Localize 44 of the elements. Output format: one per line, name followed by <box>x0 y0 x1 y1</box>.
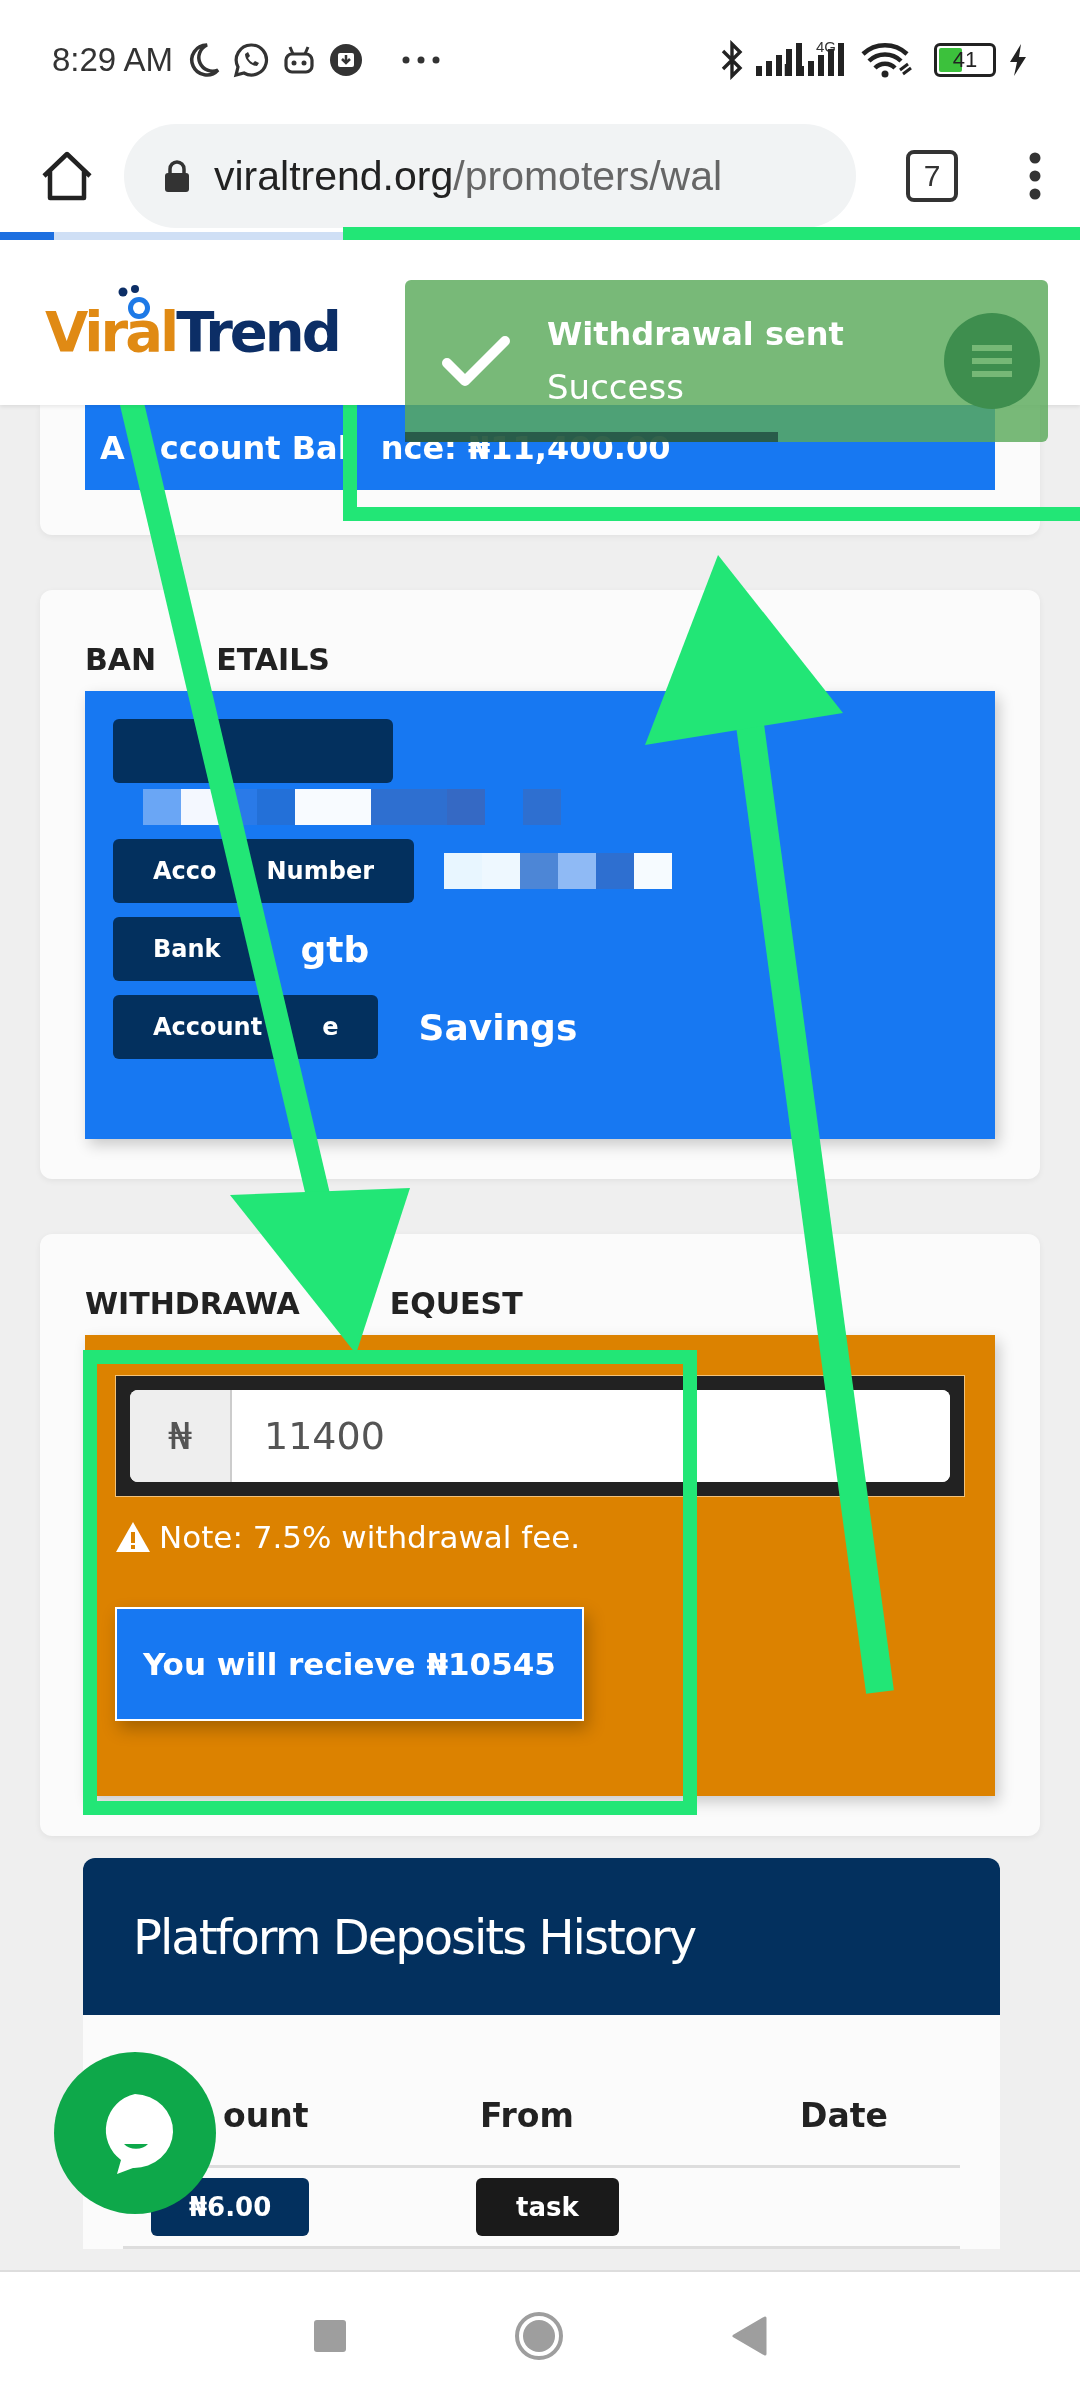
account-balance: A <box>100 428 125 467</box>
withdraw-button[interactable]: You will recieve ₦10545 <box>115 1607 584 1721</box>
section-title: EQUEST <box>389 1286 523 1321</box>
column-header: Date <box>799 2095 889 2135</box>
tab-count-button[interactable]: 7 <box>906 150 958 202</box>
home-button[interactable] <box>514 2311 564 2361</box>
moon-icon <box>187 42 222 78</box>
back-button[interactable] <box>730 2316 767 2356</box>
bluetooth-icon <box>720 40 744 80</box>
field-value: Savings <box>418 1006 578 1048</box>
download-icon <box>329 43 364 77</box>
status-time: 8:29 AM <box>52 41 174 79</box>
lock-icon <box>164 160 190 192</box>
signal-icon <box>756 42 804 78</box>
currency-addon: ₦ <box>130 1390 232 1482</box>
charging-icon <box>1008 43 1028 77</box>
source-tag: task <box>476 2178 619 2236</box>
check-icon <box>441 335 511 387</box>
toast-message: Success <box>547 367 685 407</box>
site-logo[interactable]: ViralTrend <box>45 282 339 363</box>
field-label: Number <box>266 857 374 885</box>
home-icon[interactable] <box>40 151 94 201</box>
more-icon <box>401 55 442 65</box>
section-title: WITHDRAWA <box>85 1286 300 1321</box>
warning-icon <box>115 1521 151 1553</box>
field-label: Account <box>153 1013 263 1041</box>
address-bar[interactable]: viraltrend.org/promoters/wal <box>124 124 856 228</box>
column-header: ount <box>222 2095 310 2135</box>
wifi-icon <box>860 42 914 78</box>
deposits-title: Platform Deposits History <box>133 1908 696 1965</box>
field-label: Bank <box>153 935 221 963</box>
section-title: BAN <box>85 642 157 677</box>
column-header: From <box>479 2095 575 2135</box>
field-value: gtb <box>300 928 370 970</box>
menu-icon[interactable] <box>1028 152 1042 200</box>
section-title: ETAILS <box>216 642 330 677</box>
fee-note: Note: 7.5% withdrawal fee. <box>159 1519 581 1555</box>
chat-app-icon <box>233 42 270 78</box>
field-label: e <box>322 1013 339 1041</box>
toast-title: Withdrawal sent <box>547 315 845 353</box>
field-label: Acco <box>153 857 217 885</box>
amount-field[interactable]: ₦ 11400 <box>130 1390 950 1482</box>
url-text: viraltrend.org/promoters/wal <box>214 152 723 200</box>
recents-button[interactable] <box>313 2319 348 2353</box>
